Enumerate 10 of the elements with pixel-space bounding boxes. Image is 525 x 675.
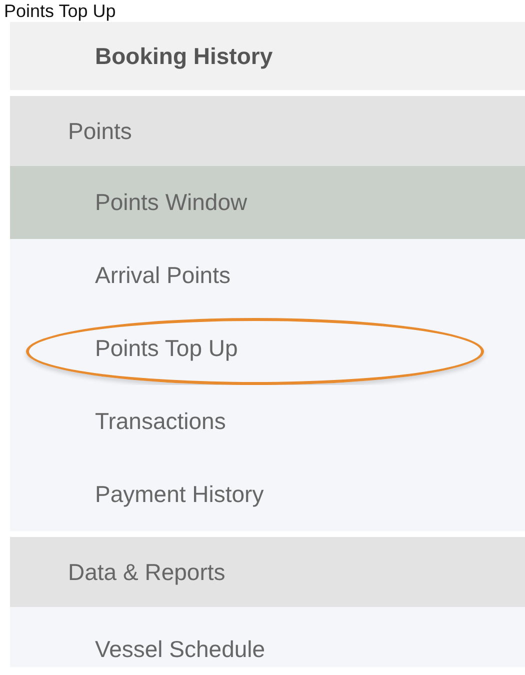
menu-item[interactable]: Points Window [10,166,525,239]
page-heading: Points Top Up [3,0,117,22]
menu-item[interactable]: Arrival Points [10,239,525,312]
menu-item[interactable]: Points Top Up [10,312,525,385]
menu-item[interactable]: Transactions [10,385,525,458]
menu-section-header[interactable]: Data & Reports [10,537,525,607]
menu-section-header[interactable]: Points [10,96,525,166]
menu-item[interactable]: Vessel Schedule [10,607,525,667]
menu-item[interactable]: Booking History [10,22,525,90]
menu-item[interactable]: Payment History [10,458,525,531]
